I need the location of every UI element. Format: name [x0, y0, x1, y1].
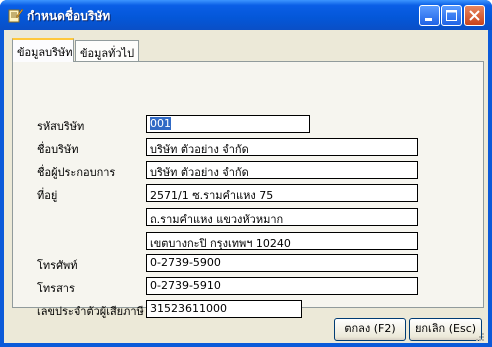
- maximize-icon: [446, 10, 457, 21]
- close-button[interactable]: [464, 5, 485, 26]
- address-label: ที่อยู่: [37, 189, 58, 202]
- maximize-button[interactable]: [441, 5, 462, 26]
- company-code-field[interactable]: 001: [146, 115, 310, 133]
- tax-id-label: เลขประจำตัวผู้เสียภาษี: [37, 305, 144, 318]
- minimize-icon: [425, 18, 432, 21]
- phone-label: โทรศัพท์: [37, 259, 78, 272]
- tab-general-info[interactable]: ข้อมูลทั่วไป: [75, 40, 139, 62]
- minimize-button[interactable]: [419, 5, 440, 26]
- operator-name-label: ชื่อผู้ประกอบการ: [37, 166, 116, 179]
- ok-button[interactable]: ตกลง (F2): [334, 318, 406, 341]
- window-client-area: ข้อมูลบริษัท ข้อมูลทั่วไป รหัสบริษัท 001…: [4, 30, 488, 343]
- app-icon: [8, 8, 23, 23]
- address-line-2-field[interactable]: ถ.รามคำแหง แขวงหัวหมาก: [146, 208, 418, 226]
- company-settings-window: กำหนดชื่อบริษัท ข้อมูลบริษัท ข้อมูลทั่วไ…: [0, 0, 492, 347]
- title-bar[interactable]: กำหนดชื่อบริษัท: [0, 0, 492, 30]
- tab-panel: รหัสบริษัท 001 ชื่อบริษัท บริษัท ตัวอย่า…: [12, 61, 484, 318]
- close-icon: [469, 10, 480, 21]
- company-name-label: ชื่อบริษัท: [37, 143, 79, 156]
- tab-company-info[interactable]: ข้อมูลบริษัท: [12, 38, 74, 62]
- tax-id-field[interactable]: 31523611000: [146, 300, 302, 318]
- cancel-button[interactable]: ยกเลิก (Esc): [409, 318, 482, 341]
- company-code-label: รหัสบริษัท: [37, 120, 85, 133]
- fax-label: โทรสาร: [37, 282, 75, 295]
- resize-grip-icon[interactable]: [474, 331, 484, 341]
- phone-field[interactable]: 0-2739-5900: [146, 254, 418, 272]
- window-title: กำหนดชื่อบริษัท: [27, 9, 111, 23]
- address-line-3-field[interactable]: เขตบางกะปิ กรุงเทพฯ 10240: [146, 232, 418, 250]
- fax-field[interactable]: 0-2739-5910: [146, 277, 418, 295]
- address-line-1-field[interactable]: 2571/1 ซ.รามคำแหง 75: [146, 184, 418, 202]
- company-name-field[interactable]: บริษัท ตัวอย่าง จำกัด: [146, 138, 418, 156]
- company-code-value: 001: [150, 117, 171, 130]
- operator-name-field[interactable]: บริษัท ตัวอย่าง จำกัด: [146, 161, 418, 179]
